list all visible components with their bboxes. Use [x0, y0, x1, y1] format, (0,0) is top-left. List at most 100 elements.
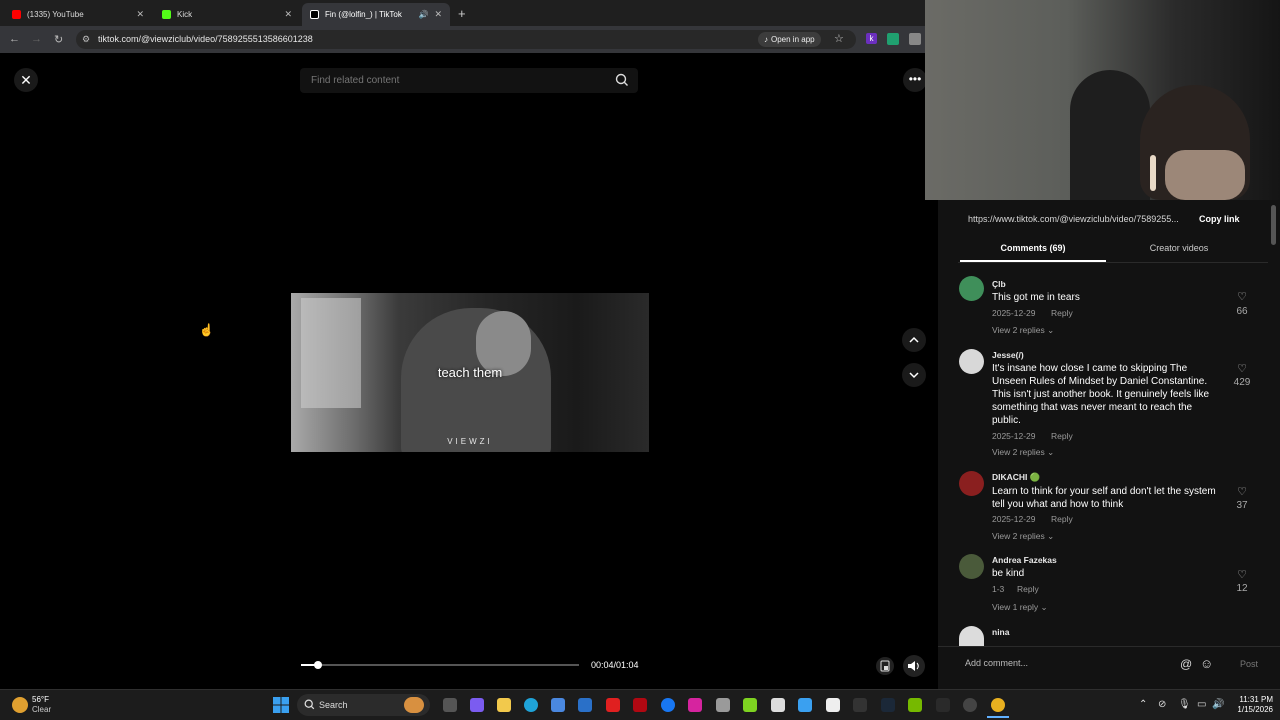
search-icon[interactable] — [615, 73, 629, 87]
network-icon[interactable]: ⊘ — [1158, 699, 1166, 710]
chevron-up-icon[interactable]: ⌃ — [1139, 699, 1147, 710]
copilot-icon[interactable] — [470, 698, 484, 712]
roblox-icon[interactable] — [826, 698, 840, 712]
app-icon[interactable] — [716, 698, 730, 712]
video-link[interactable]: https://www.tiktok.com/@viewziclub/video… — [968, 214, 1190, 224]
clock-date[interactable]: 1/15/2026 — [1225, 705, 1273, 714]
file-explorer-icon[interactable] — [497, 698, 511, 712]
windows-start-icon[interactable] — [273, 697, 289, 713]
clock-time[interactable]: 11:31 PM — [1225, 695, 1273, 704]
avatar[interactable] — [959, 349, 984, 374]
weather-temperature[interactable]: 56°F — [32, 695, 49, 704]
speaker-icon[interactable]: 🔊 — [418, 10, 428, 19]
microphone-icon[interactable]: 🎙 — [1178, 699, 1191, 710]
close-tab-icon[interactable]: ✕ — [284, 9, 292, 20]
progress-bar[interactable] — [301, 664, 579, 666]
chevron-up-icon — [909, 336, 919, 343]
forward-icon[interactable]: → — [31, 33, 42, 45]
facebook-icon[interactable] — [661, 698, 675, 712]
comment-author[interactable]: Çlb — [992, 279, 1006, 289]
weather-icon[interactable] — [12, 697, 28, 713]
reply-button[interactable]: Reply — [1051, 308, 1073, 318]
mention-icon[interactable]: @ — [1180, 657, 1192, 671]
view-replies-button[interactable]: View 1 reply ⌄ — [992, 602, 1048, 613]
avatar[interactable] — [959, 276, 984, 301]
volume-button[interactable] — [903, 655, 925, 677]
view-replies-button[interactable]: View 2 replies ⌄ — [992, 325, 1054, 336]
tab-kick[interactable]: Kick ✕ — [154, 3, 300, 26]
like-count: 12 — [1236, 583, 1248, 594]
tab-youtube[interactable]: (1335) YouTube ✕ — [4, 3, 152, 26]
close-tab-icon[interactable]: ✕ — [434, 9, 442, 20]
comment-text: be kind — [992, 568, 1025, 579]
next-video-button[interactable] — [902, 363, 926, 387]
app-icon[interactable] — [798, 698, 812, 712]
instagram-icon[interactable] — [688, 698, 702, 712]
view-replies-label: View 2 replies — [992, 531, 1045, 541]
comment-author[interactable]: nina — [992, 627, 1009, 637]
epic-games-icon[interactable] — [936, 698, 950, 712]
tab-creator-videos[interactable]: Creator videos — [1106, 243, 1252, 253]
webcam-overlay — [925, 0, 1280, 200]
scrollbar[interactable] — [1271, 205, 1276, 245]
search-highlight-icon — [404, 697, 424, 713]
site-info-icon[interactable]: ⚙ — [82, 34, 90, 45]
comment-author[interactable]: Andrea Fazekas — [992, 555, 1057, 565]
tiktok-icon — [310, 10, 319, 19]
copy-link-button[interactable]: Copy link — [1199, 214, 1240, 224]
more-options-button[interactable]: ••• — [903, 68, 927, 92]
task-view-icon[interactable] — [443, 698, 457, 712]
like-heart-icon[interactable]: ♡ — [1232, 362, 1252, 375]
search-input[interactable] — [311, 75, 601, 86]
tab-title: Kick — [177, 10, 193, 19]
view-replies-button[interactable]: View 2 replies ⌄ — [992, 531, 1054, 542]
nvidia-icon[interactable] — [908, 698, 922, 712]
app-icon[interactable] — [853, 698, 867, 712]
extension-icon[interactable] — [909, 33, 921, 45]
chrome-icon[interactable] — [991, 698, 1005, 712]
reload-icon[interactable]: ↻ — [54, 33, 63, 46]
back-icon[interactable]: ← — [9, 33, 20, 45]
close-video-button[interactable]: ✕ — [14, 68, 38, 92]
extension-icon[interactable] — [887, 33, 899, 45]
extension-k-icon[interactable]: k — [866, 33, 877, 44]
amazon-icon[interactable] — [771, 698, 785, 712]
new-tab-icon[interactable]: + — [458, 6, 466, 21]
weather-description[interactable]: Clear — [32, 705, 51, 714]
view-replies-button[interactable]: View 2 replies ⌄ — [992, 447, 1054, 458]
store-icon[interactable] — [551, 698, 565, 712]
add-comment-input[interactable]: Add comment... — [965, 658, 1028, 668]
mail-icon[interactable] — [578, 698, 592, 712]
view-replies-label: View 1 reply — [992, 602, 1039, 612]
youtube-app-icon[interactable] — [606, 698, 620, 712]
emoji-icon[interactable]: ☺ — [1200, 656, 1213, 671]
tab-tiktok[interactable]: Fin (@lolfin_) | TikTok 🔊 ✕ — [302, 3, 450, 26]
comment-author[interactable]: DIKACHI 🟢 — [992, 472, 1040, 483]
avatar[interactable] — [959, 471, 984, 496]
avatar[interactable] — [959, 554, 984, 579]
volume-icon[interactable]: 🔊 — [1212, 699, 1224, 710]
bookmark-star-icon[interactable]: ☆ — [834, 32, 844, 45]
display-icon[interactable]: ▭ — [1197, 699, 1206, 710]
like-heart-icon[interactable]: ♡ — [1232, 290, 1252, 303]
like-heart-icon[interactable]: ♡ — [1232, 568, 1252, 581]
tab-comments[interactable]: Comments (69) — [960, 243, 1106, 253]
kick-app-icon[interactable] — [743, 698, 757, 712]
progress-handle[interactable] — [314, 661, 322, 669]
picture-in-picture-button[interactable] — [876, 657, 894, 675]
previous-video-button[interactable] — [902, 328, 926, 352]
open-in-app-button[interactable]: ♪ Open in app — [758, 32, 821, 47]
close-tab-icon[interactable]: ✕ — [136, 9, 144, 20]
settings-icon[interactable] — [963, 698, 977, 712]
reply-button[interactable]: Reply — [1051, 431, 1073, 441]
like-heart-icon[interactable]: ♡ — [1232, 485, 1252, 498]
avatar[interactable] — [959, 626, 984, 646]
edge-icon[interactable] — [524, 698, 538, 712]
steam-icon[interactable] — [881, 698, 895, 712]
reply-button[interactable]: Reply — [1051, 514, 1073, 524]
reply-button[interactable]: Reply — [1017, 584, 1039, 594]
comment-author[interactable]: Jesse(/) — [992, 350, 1024, 360]
url-text[interactable]: tiktok.com/@viewziclub/video/75892555135… — [98, 34, 313, 44]
netflix-icon[interactable] — [633, 698, 647, 712]
post-button[interactable]: Post — [1240, 659, 1258, 669]
